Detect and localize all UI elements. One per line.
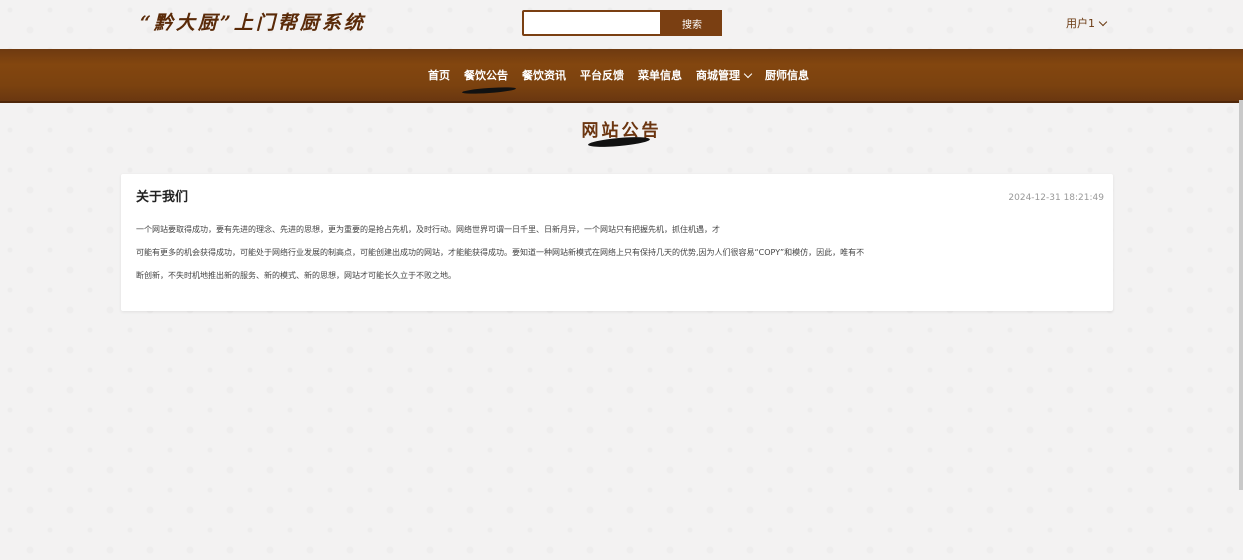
chevron-down-icon: [1098, 17, 1108, 26]
search-button[interactable]: 搜索: [662, 10, 722, 36]
nav-item-shop-management[interactable]: 商城管理: [696, 67, 753, 83]
nav-item-shop-label: 商城管理: [696, 69, 740, 82]
body-line: 断创新，不失时机地推出新的服务、新的模式、新的思想，网站才可能长久立于不败之地。: [136, 271, 456, 280]
announcement-title: 关于我们: [136, 190, 189, 205]
nav-item-news[interactable]: 餐饮资讯: [522, 67, 566, 83]
chevron-down-icon: [743, 69, 753, 78]
announcement-date: 2024-12-31 18:21:49: [1008, 193, 1104, 203]
page-scrollbar[interactable]: [1239, 100, 1243, 490]
main-nav: 首页 餐饮公告 餐饮资讯 平台反馈 菜单信息 商城管理 厨师信息: [0, 49, 1243, 103]
nav-item-feedback[interactable]: 平台反馈: [580, 67, 624, 83]
nav-item-menu-info[interactable]: 菜单信息: [638, 67, 682, 83]
announcement-body: 一个网站要取得成功，要有先进的理念、先进的思想，更为重要的是抢占先机，及时行动。…: [136, 218, 996, 287]
search-input[interactable]: [522, 10, 662, 36]
user-menu[interactable]: 用户1: [1066, 15, 1108, 31]
user-name: 用户1: [1066, 17, 1095, 30]
nav-item-chef-info[interactable]: 厨师信息: [765, 67, 809, 83]
announcement-card: 关于我们 2024-12-31 18:21:49 一个网站要取得成功，要有先进的…: [121, 174, 1113, 311]
body-line: 可能有更多的机会获得成功，可能处于网络行业发展的制高点，可能创建出成功的网站，才…: [136, 248, 865, 257]
nav-item-announcements[interactable]: 餐饮公告: [464, 67, 508, 83]
search-bar: 搜索: [522, 10, 722, 36]
site-logo[interactable]: “黔大厨”上门帮厨系统: [140, 8, 366, 35]
body-line: 一个网站要取得成功，要有先进的理念、先进的思想，更为重要的是抢占先机，及时行动。…: [136, 225, 720, 234]
nav-item-home[interactable]: 首页: [428, 67, 450, 83]
top-header: “黔大厨”上门帮厨系统 搜索 用户1: [0, 0, 1243, 48]
